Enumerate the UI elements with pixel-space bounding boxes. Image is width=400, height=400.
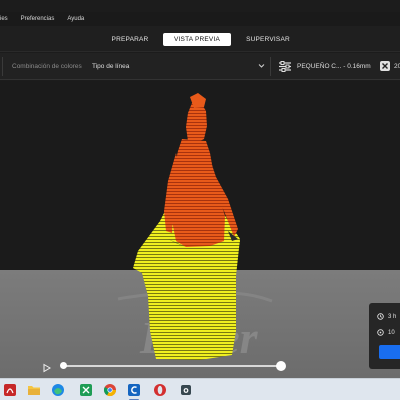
material-row: 10: [377, 329, 395, 336]
save-to-disk-button[interactable]: [379, 345, 400, 359]
layer-scrubber: [42, 355, 292, 375]
play-icon[interactable]: [42, 360, 52, 373]
scrubber-end-handle[interactable]: [276, 361, 286, 371]
menu-item-extensions[interactable]: ies: [0, 16, 8, 22]
sliders-icon[interactable]: [278, 60, 292, 75]
color-scheme-label: Combinación de colores: [12, 63, 82, 70]
model-render: Ender: [117, 93, 273, 363]
support-value: 20: [394, 63, 400, 70]
spool-icon: [377, 329, 384, 336]
tab-preview[interactable]: VISTA PREVIA: [163, 33, 231, 46]
3d-viewport[interactable]: Ender: [0, 81, 400, 378]
chrome-icon[interactable]: [102, 382, 118, 398]
scrubber-track[interactable]: [62, 365, 282, 367]
support-icon[interactable]: [379, 60, 391, 74]
clock-icon: [377, 313, 384, 320]
taskbar: [0, 378, 400, 400]
tab-monitor[interactable]: SUPERVISAR: [240, 33, 296, 46]
tab-prepare[interactable]: PREPARAR: [106, 33, 154, 46]
chevron-down-icon[interactable]: [258, 61, 265, 73]
camera-app-icon[interactable]: [178, 382, 194, 398]
opera-icon[interactable]: [152, 382, 168, 398]
print-profile-select[interactable]: PEQUEÑO C... - 0.16mm: [297, 63, 371, 70]
file-explorer-icon[interactable]: [26, 382, 42, 398]
menu-bar: ies Preferencias Ayuda: [0, 12, 400, 26]
divider: [2, 57, 3, 76]
material-usage: 10: [388, 329, 395, 336]
spreadsheet-icon[interactable]: [78, 382, 94, 398]
print-time-row: 3 h: [377, 313, 396, 320]
scrubber-start-handle[interactable]: [60, 362, 67, 369]
settings-bar: Combinación de colores Tipo de línea PEQ…: [0, 53, 400, 80]
color-scheme-select[interactable]: Tipo de línea: [92, 63, 129, 70]
cura-icon[interactable]: [126, 382, 142, 398]
stage-bar: PREPARAR VISTA PREVIA SUPERVISAR: [0, 26, 400, 52]
print-info-panel: 3 h 10: [369, 303, 400, 369]
menu-item-help[interactable]: Ayuda: [67, 16, 84, 22]
divider: [270, 57, 271, 76]
edge-browser-icon[interactable]: [50, 382, 66, 398]
menu-item-preferences[interactable]: Preferencias: [21, 16, 55, 22]
cura-window: ies Preferencias Ayuda PREPARAR VISTA PR…: [0, 0, 400, 378]
print-time: 3 h: [388, 313, 397, 320]
pdf-reader-icon[interactable]: [2, 382, 18, 398]
